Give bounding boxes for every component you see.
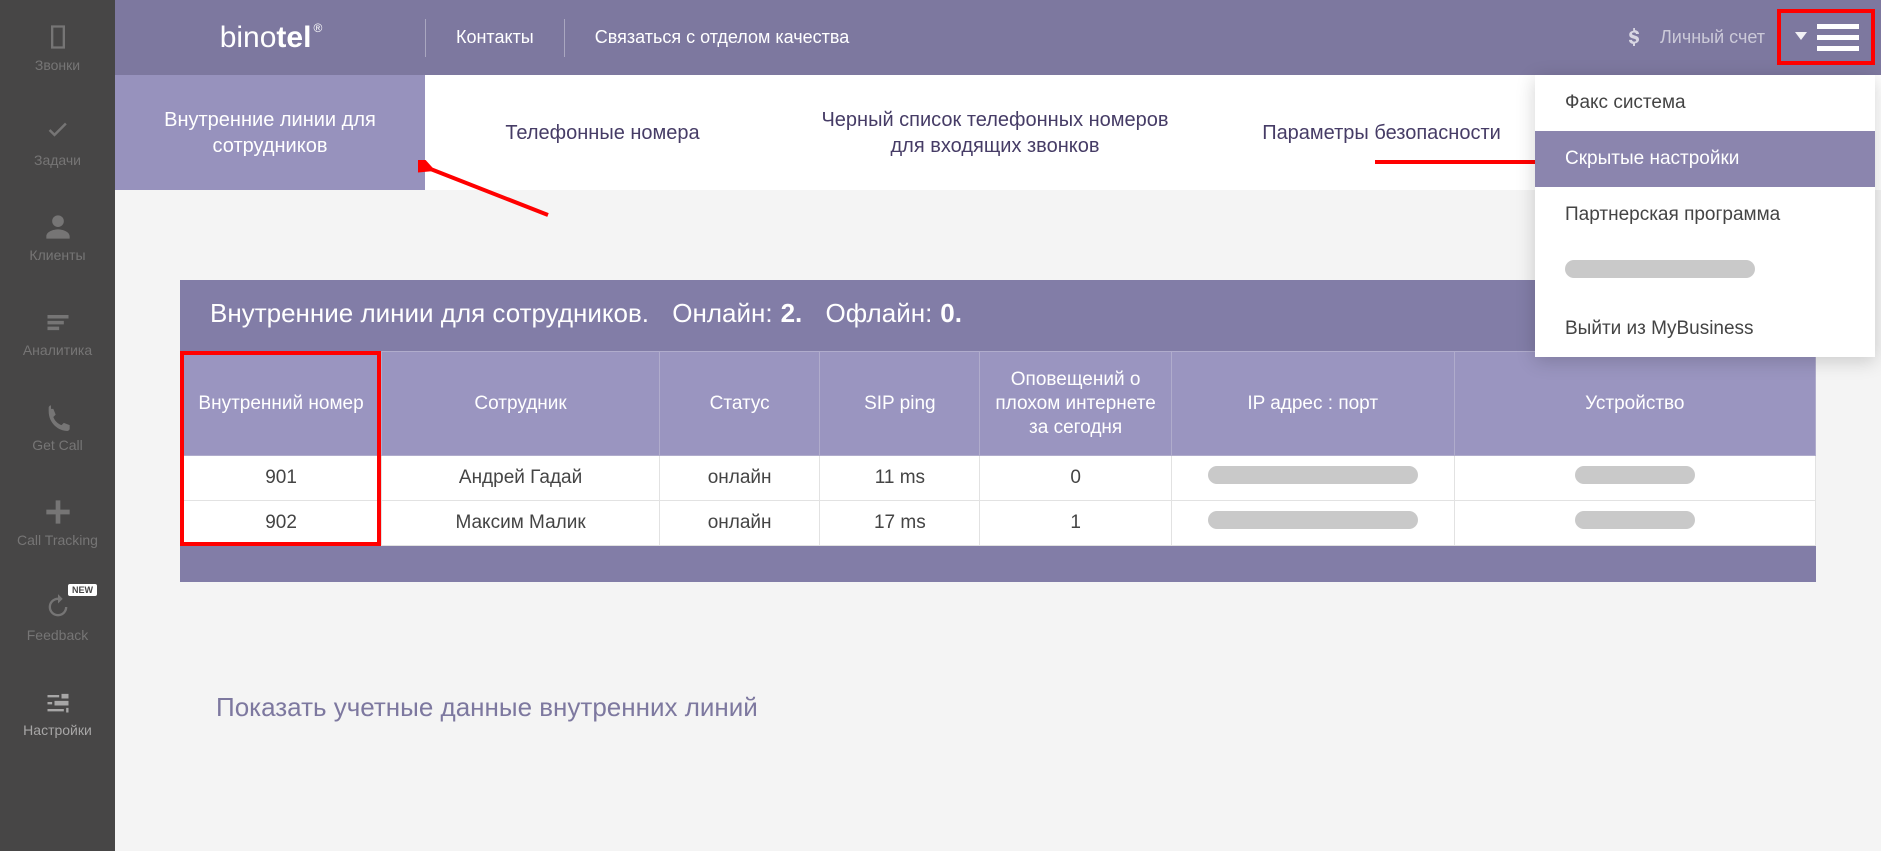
account-link[interactable]: Личный счет (1622, 26, 1765, 50)
sidebar-item-tasks[interactable]: Задачи (0, 95, 115, 190)
sidebar-item-label: Клиенты (29, 247, 85, 263)
main-dropdown-menu: Факс система Скрытые настройки Партнерск… (1535, 75, 1875, 357)
check-icon (44, 118, 72, 146)
tab-internal-lines[interactable]: Внутренние линии для сотрудников (115, 75, 425, 190)
new-badge: NEW (68, 584, 97, 596)
sliders-icon (44, 688, 72, 716)
sidebar-item-analytics[interactable]: Аналитика (0, 285, 115, 380)
logo-part2: tel (276, 21, 311, 55)
cell-employee: Андрей Гадай (382, 456, 660, 501)
table-header-row: Внутренний номер Сотрудник Статус SIP pi… (181, 352, 1816, 456)
handset-icon (44, 403, 72, 431)
sidebar-item-label: Get Call (32, 437, 83, 453)
sidebar-item-label: Задачи (34, 152, 81, 168)
dollar-icon (1622, 26, 1646, 50)
dropdown-fax[interactable]: Факс система (1535, 75, 1875, 131)
tab-label: Внутренние линии для сотрудников (140, 107, 400, 159)
sidebar-item-label: Звонки (35, 57, 80, 73)
sidebar-item-calltracking[interactable]: Call Tracking (0, 475, 115, 570)
cell-ip (1171, 456, 1454, 501)
tab-blacklist[interactable]: Черный список телефонных номеров для вхо… (780, 75, 1210, 190)
tab-label: Черный список телефонных номеров для вхо… (808, 107, 1182, 159)
nav-contacts[interactable]: Контакты (426, 27, 564, 48)
cell-alerts: 0 (980, 456, 1171, 501)
logo[interactable]: binotel® (115, 21, 425, 55)
cell-employee: Максим Малик (382, 501, 660, 546)
cell-device (1454, 456, 1815, 501)
redacted-text (1208, 511, 1418, 529)
sidebar-item-settings[interactable]: Настройки (0, 665, 115, 760)
cell-status: онлайн (660, 501, 820, 546)
col-ext: Внутренний номер (181, 352, 382, 456)
online-value: 2. (781, 298, 803, 329)
col-status: Статус (660, 352, 820, 456)
cell-ping: 17 ms (820, 501, 980, 546)
chevron-down-icon (1795, 29, 1807, 47)
redacted-text (1575, 466, 1695, 484)
show-credentials-link[interactable]: Показать учетные данные внутренних линий (180, 692, 1816, 723)
lines-table: Внутренний номер Сотрудник Статус SIP pi… (180, 351, 1816, 546)
offline-value: 0. (940, 298, 962, 329)
dropdown-hidden-settings[interactable]: Скрытые настройки (1535, 131, 1875, 187)
sidebar-item-calls[interactable]: Звонки (0, 0, 115, 95)
online-label: Онлайн: (672, 298, 772, 329)
col-alerts: Оповещений о плохом интернете за сегодня (980, 352, 1171, 456)
tab-security[interactable]: Параметры безопасности (1210, 75, 1553, 190)
cell-status: онлайн (660, 456, 820, 501)
sidebar-item-feedback[interactable]: NEW Feedback (0, 570, 115, 665)
cell-ping: 11 ms (820, 456, 980, 501)
redacted-text (1565, 260, 1755, 278)
sidebar-item-getcall[interactable]: Get Call (0, 380, 115, 475)
sidebar-item-label: Feedback (27, 627, 88, 643)
redacted-text (1575, 511, 1695, 529)
redacted-text (1208, 466, 1418, 484)
table-row[interactable]: 901 Андрей Гадай онлайн 11 ms 0 (181, 456, 1816, 501)
tab-phone-numbers[interactable]: Телефонные номера (425, 75, 780, 190)
sidebar-item-clients[interactable]: Клиенты (0, 190, 115, 285)
left-sidebar: Звонки Задачи Клиенты Аналитика Get Call… (0, 0, 115, 851)
user-icon (44, 213, 72, 241)
account-label: Личный счет (1660, 27, 1765, 48)
col-device: Устройство (1454, 352, 1815, 456)
cell-alerts: 1 (980, 501, 1171, 546)
col-ping: SIP ping (820, 352, 980, 456)
refresh-icon (44, 593, 72, 621)
logo-part1: bino (220, 21, 277, 55)
cell-device (1454, 501, 1815, 546)
cell-ip (1171, 501, 1454, 546)
panel-title: Внутренние линии для сотрудников. (210, 298, 649, 329)
col-ip: IP адрес : порт (1171, 352, 1454, 456)
sidebar-item-label: Настройки (23, 722, 92, 738)
cell-ext: 901 (181, 456, 382, 501)
dropdown-logout[interactable]: Выйти из MyBusiness (1535, 301, 1875, 357)
phone-icon (44, 23, 72, 51)
col-employee: Сотрудник (382, 352, 660, 456)
bars-icon (44, 308, 72, 336)
topbar: binotel® Контакты Связаться с отделом ка… (115, 0, 1881, 75)
menu-button[interactable] (1817, 24, 1859, 51)
tab-label: Телефонные номера (505, 120, 699, 146)
sidebar-item-label: Аналитика (23, 342, 92, 358)
dropdown-redacted[interactable] (1535, 243, 1875, 301)
cell-ext: 902 (181, 501, 382, 546)
plus-icon (44, 498, 72, 526)
dropdown-partner[interactable]: Партнерская программа (1535, 187, 1875, 243)
tab-label: Параметры безопасности (1262, 120, 1501, 146)
nav-quality[interactable]: Связаться с отделом качества (565, 27, 880, 48)
sidebar-item-label: Call Tracking (17, 532, 98, 548)
offline-label: Офлайн: (826, 298, 933, 329)
table-row[interactable]: 902 Максим Малик онлайн 17 ms 1 (181, 501, 1816, 546)
